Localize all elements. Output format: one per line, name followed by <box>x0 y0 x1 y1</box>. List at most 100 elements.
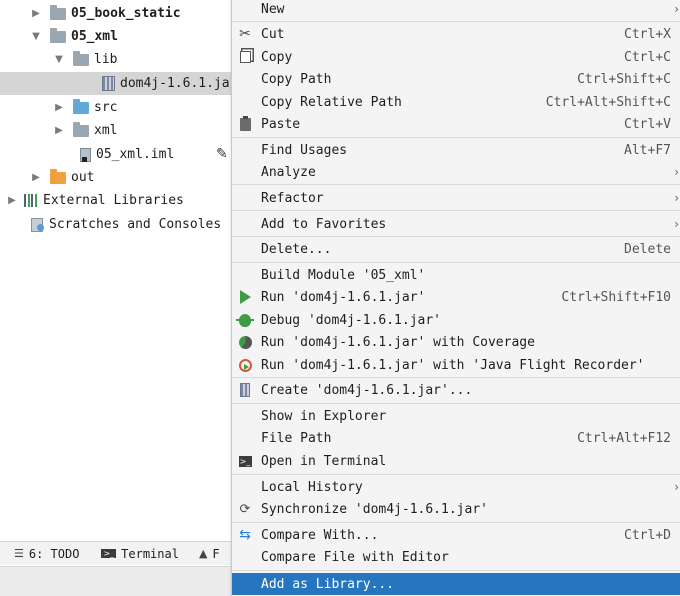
menu-item-find-usages[interactable]: Find Usages Alt+F7 <box>232 139 680 161</box>
compare-icon: ⇆ <box>239 527 251 543</box>
pencil-icon: ✎ <box>216 146 228 162</box>
submenu-arrow-icon: › <box>674 217 679 231</box>
menu-separator <box>232 210 680 211</box>
tree-item-label: xml <box>94 123 118 138</box>
menu-item-build-module[interactable]: Build Module '05_xml' <box>232 264 680 286</box>
flight-recorder-icon <box>237 357 253 373</box>
iml-file-icon <box>80 147 91 162</box>
terminal-icon: >_ <box>238 455 252 467</box>
chevron-right-icon[interactable]: ▶ <box>30 8 42 20</box>
menu-item-compare-with[interactable]: ⇆ Compare With... Ctrl+D <box>232 524 680 546</box>
tree-item-dom4j-jar[interactable]: dom4j-1.6.1.jar <box>0 72 240 95</box>
jar-icon <box>237 382 253 398</box>
tree-item-label: 05_xml <box>71 29 118 44</box>
tree-item-label: 05_xml.iml <box>96 147 175 162</box>
tree-item-xml[interactable]: ▶ xml <box>0 119 240 142</box>
menu-item-debug[interactable]: Debug 'dom4j-1.6.1.jar' <box>232 309 680 331</box>
libraries-icon <box>24 194 38 207</box>
menu-separator <box>232 474 680 475</box>
coverage-icon <box>237 334 253 350</box>
menu-item-add-as-library[interactable]: Add as Library... <box>232 573 680 595</box>
menu-item-run-with-coverage[interactable]: Run 'dom4j-1.6.1.jar' with Coverage <box>232 331 680 353</box>
menu-item-copy[interactable]: Copy Ctrl+C <box>232 46 680 68</box>
menu-item-create-jar[interactable]: Create 'dom4j-1.6.1.jar'... <box>232 379 680 401</box>
project-tree: ▶ 05_book_static ▼ 05_xml ▼ lib dom4j-1.… <box>0 0 240 540</box>
menu-separator <box>232 522 680 523</box>
menu-separator <box>232 403 680 404</box>
menu-separator <box>232 21 680 22</box>
menu-item-run-with-flight-recorder[interactable]: Run 'dom4j-1.6.1.jar' with 'Java Flight … <box>232 354 680 376</box>
menu-separator <box>232 262 680 263</box>
tree-item-lib[interactable]: ▼ lib <box>0 48 240 71</box>
menu-item-delete[interactable]: Delete... Delete <box>232 238 680 260</box>
tree-item-label: dom4j-1.6.1.jar <box>120 76 238 91</box>
menu-item-new[interactable]: New › <box>232 0 680 20</box>
tree-item-external-libraries[interactable]: ▶ External Libraries <box>0 189 240 212</box>
jar-icon <box>102 76 115 91</box>
terminal-tab[interactable]: >_ Terminal <box>101 547 179 561</box>
todo-tab-label: 6: TODO <box>28 546 80 561</box>
run-icon <box>237 289 253 305</box>
menu-item-compare-file-with-editor[interactable]: Compare File with Editor <box>232 546 680 568</box>
menu-item-synchronize[interactable]: ⟳ Synchronize 'dom4j-1.6.1.jar' <box>232 498 680 520</box>
terminal-icon: >_ <box>101 549 117 558</box>
status-bar <box>0 566 232 596</box>
tree-item-label: Scratches and Consoles <box>49 217 222 232</box>
menu-item-local-history[interactable]: Local History › <box>232 476 680 498</box>
menu-separator <box>232 377 680 378</box>
menu-separator <box>232 137 680 138</box>
source-folder-icon <box>73 98 89 114</box>
problems-tab[interactable]: ▲ F <box>199 547 220 561</box>
problems-tab-label: F <box>212 546 220 561</box>
tree-item-label: External Libraries <box>43 193 184 208</box>
chevron-right-icon[interactable]: ▶ <box>30 172 42 184</box>
menu-separator <box>232 570 680 571</box>
menu-separator <box>232 184 680 185</box>
warning-icon: ▲ <box>198 547 208 560</box>
tree-item-src[interactable]: ▶ src <box>0 96 240 119</box>
tree-item-label: 05_book_static <box>71 6 181 21</box>
tree-item-scratches[interactable]: Scratches and Consoles <box>0 213 240 236</box>
menu-item-show-in-explorer[interactable]: Show in Explorer <box>232 405 680 427</box>
menu-item-run[interactable]: Run 'dom4j-1.6.1.jar' Ctrl+Shift+F10 <box>232 286 680 308</box>
menu-item-refactor[interactable]: Refactor › <box>232 187 680 209</box>
scratches-icon <box>30 217 45 232</box>
chevron-right-icon[interactable]: ▶ <box>53 125 65 137</box>
module-folder-icon <box>50 27 66 43</box>
chevron-right-icon[interactable]: ▶ <box>53 102 65 114</box>
copy-icon <box>237 49 253 65</box>
submenu-arrow-icon: › <box>674 165 679 179</box>
tree-item-out[interactable]: ▶ out <box>0 166 240 189</box>
tree-item-label: lib <box>94 52 118 67</box>
tree-item-label: out <box>71 170 95 185</box>
terminal-tab-label: Terminal <box>121 546 179 561</box>
folder-icon <box>73 121 89 137</box>
submenu-arrow-icon: › <box>674 2 679 16</box>
output-folder-icon <box>50 168 66 184</box>
menu-item-copy-path[interactable]: Copy Path Ctrl+Shift+C <box>232 68 680 90</box>
folder-icon <box>73 50 89 66</box>
chevron-down-icon[interactable]: ▼ <box>53 54 65 66</box>
tree-item-05-xml-iml[interactable]: 05_xml.iml <box>0 143 240 166</box>
scissors-icon: ✂ <box>239 26 251 42</box>
list-icon: ☰ <box>14 547 24 560</box>
tree-item-label: src <box>94 100 118 115</box>
menu-item-cut[interactable]: ✂ Cut Ctrl+X <box>232 23 680 45</box>
module-folder-icon <box>50 4 66 20</box>
menu-item-analyze[interactable]: Analyze › <box>232 161 680 183</box>
tree-item-05-xml[interactable]: ▼ 05_xml <box>0 25 240 48</box>
menu-separator <box>232 236 680 237</box>
submenu-arrow-icon: › <box>674 191 679 205</box>
submenu-arrow-icon: › <box>674 480 679 494</box>
chevron-right-icon[interactable]: ▶ <box>6 195 18 207</box>
menu-item-copy-relative-path[interactable]: Copy Relative Path Ctrl+Alt+Shift+C <box>232 91 680 113</box>
menu-item-open-in-terminal[interactable]: >_ Open in Terminal <box>232 450 680 472</box>
clipboard-icon <box>237 115 253 132</box>
tree-item-05-book-static[interactable]: ▶ 05_book_static <box>0 2 240 25</box>
menu-item-file-path[interactable]: File Path Ctrl+Alt+F12 <box>232 427 680 449</box>
menu-item-paste[interactable]: Paste Ctrl+V <box>232 113 680 135</box>
chevron-down-icon[interactable]: ▼ <box>30 31 42 43</box>
sync-icon: ⟳ <box>239 501 251 517</box>
menu-item-add-to-favorites[interactable]: Add to Favorites › <box>232 213 680 235</box>
todo-tab[interactable]: ☰ 6: TODO <box>14 547 79 561</box>
